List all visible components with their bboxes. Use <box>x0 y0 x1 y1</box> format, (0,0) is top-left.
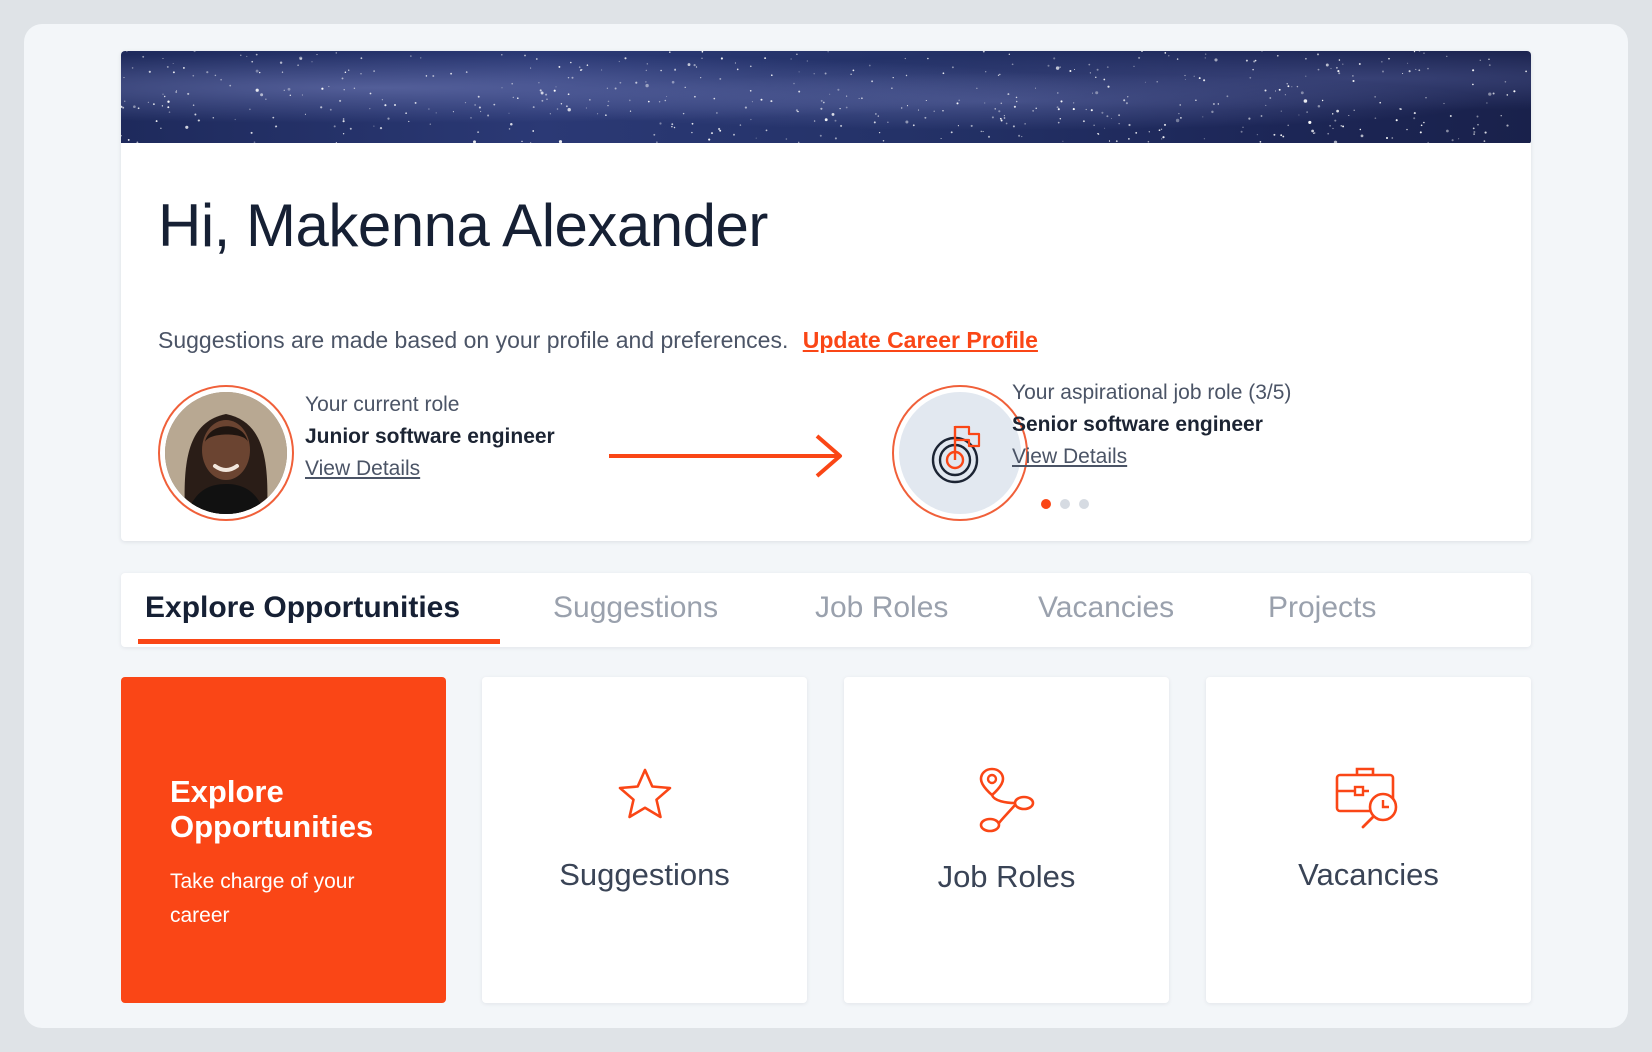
briefcase-search-icon <box>1335 767 1397 829</box>
target-flag-icon <box>931 425 981 484</box>
carousel-dot[interactable] <box>1060 499 1070 509</box>
current-role-title: Junior software engineer <box>305 425 555 448</box>
tab-suggestions[interactable]: Suggestions <box>553 591 718 625</box>
aspirational-role-label: Your aspirational job role (3/5) <box>1012 381 1292 404</box>
tab-explore-opportunities[interactable]: Explore Opportunities <box>145 591 460 625</box>
tab-bar: Explore Opportunities Suggestions Job Ro… <box>121 573 1531 647</box>
aspirational-role-title: Senior software engineer <box>1012 413 1263 436</box>
tab-vacancies[interactable]: Vacancies <box>1038 591 1174 625</box>
suggestions-tile-label: Suggestions <box>559 857 730 892</box>
vacancies-tile-label: Vacancies <box>1298 857 1439 892</box>
avatar <box>158 385 294 521</box>
aspirational-role-view-details-link[interactable]: View Details <box>1012 445 1127 469</box>
explore-opportunities-tile[interactable]: Explore Opportunities Take charge of you… <box>121 677 446 1003</box>
explore-tile-heading: Explore Opportunities <box>170 774 374 844</box>
current-role: Your current role Junior software engine… <box>305 393 555 481</box>
explore-tile-subtitle: Take charge of your career <box>170 870 355 927</box>
suggestions-note-text: Suggestions are made based on your profi… <box>158 327 789 353</box>
current-role-view-details-link[interactable]: View Details <box>305 457 420 481</box>
job-roles-tile[interactable]: Job Roles <box>844 677 1169 1003</box>
arrow-right-icon <box>609 434 842 478</box>
carousel-dot[interactable] <box>1079 499 1089 509</box>
suggestions-tile[interactable]: Suggestions <box>482 677 807 1003</box>
tab-projects[interactable]: Projects <box>1268 591 1376 625</box>
avatar-photo <box>165 392 287 514</box>
carousel-dot[interactable] <box>1041 499 1051 509</box>
aspirational-role: Your aspirational job role (3/5) Senior … <box>1012 381 1291 469</box>
career-path-icon <box>979 767 1034 833</box>
tab-job-roles[interactable]: Job Roles <box>815 591 948 625</box>
job-roles-tile-label: Job Roles <box>937 859 1076 894</box>
profile-card: Hi, Makenna Alexander Suggestions are ma… <box>121 51 1531 541</box>
vacancies-tile[interactable]: Vacancies <box>1206 677 1531 1003</box>
suggestions-note: Suggestions are made based on your profi… <box>158 327 1038 354</box>
page-title: Hi, Makenna Alexander <box>158 192 768 259</box>
update-career-profile-link[interactable]: Update Career Profile <box>803 327 1038 353</box>
carousel-dots[interactable] <box>1041 499 1089 509</box>
app-frame: Hi, Makenna Alexander Suggestions are ma… <box>24 24 1628 1028</box>
star-icon <box>618 768 671 819</box>
starfield <box>121 51 1531 143</box>
active-tab-indicator <box>138 639 500 644</box>
aspirational-role-badge <box>892 385 1028 521</box>
current-role-label: Your current role <box>305 393 460 416</box>
space-banner <box>121 51 1531 143</box>
